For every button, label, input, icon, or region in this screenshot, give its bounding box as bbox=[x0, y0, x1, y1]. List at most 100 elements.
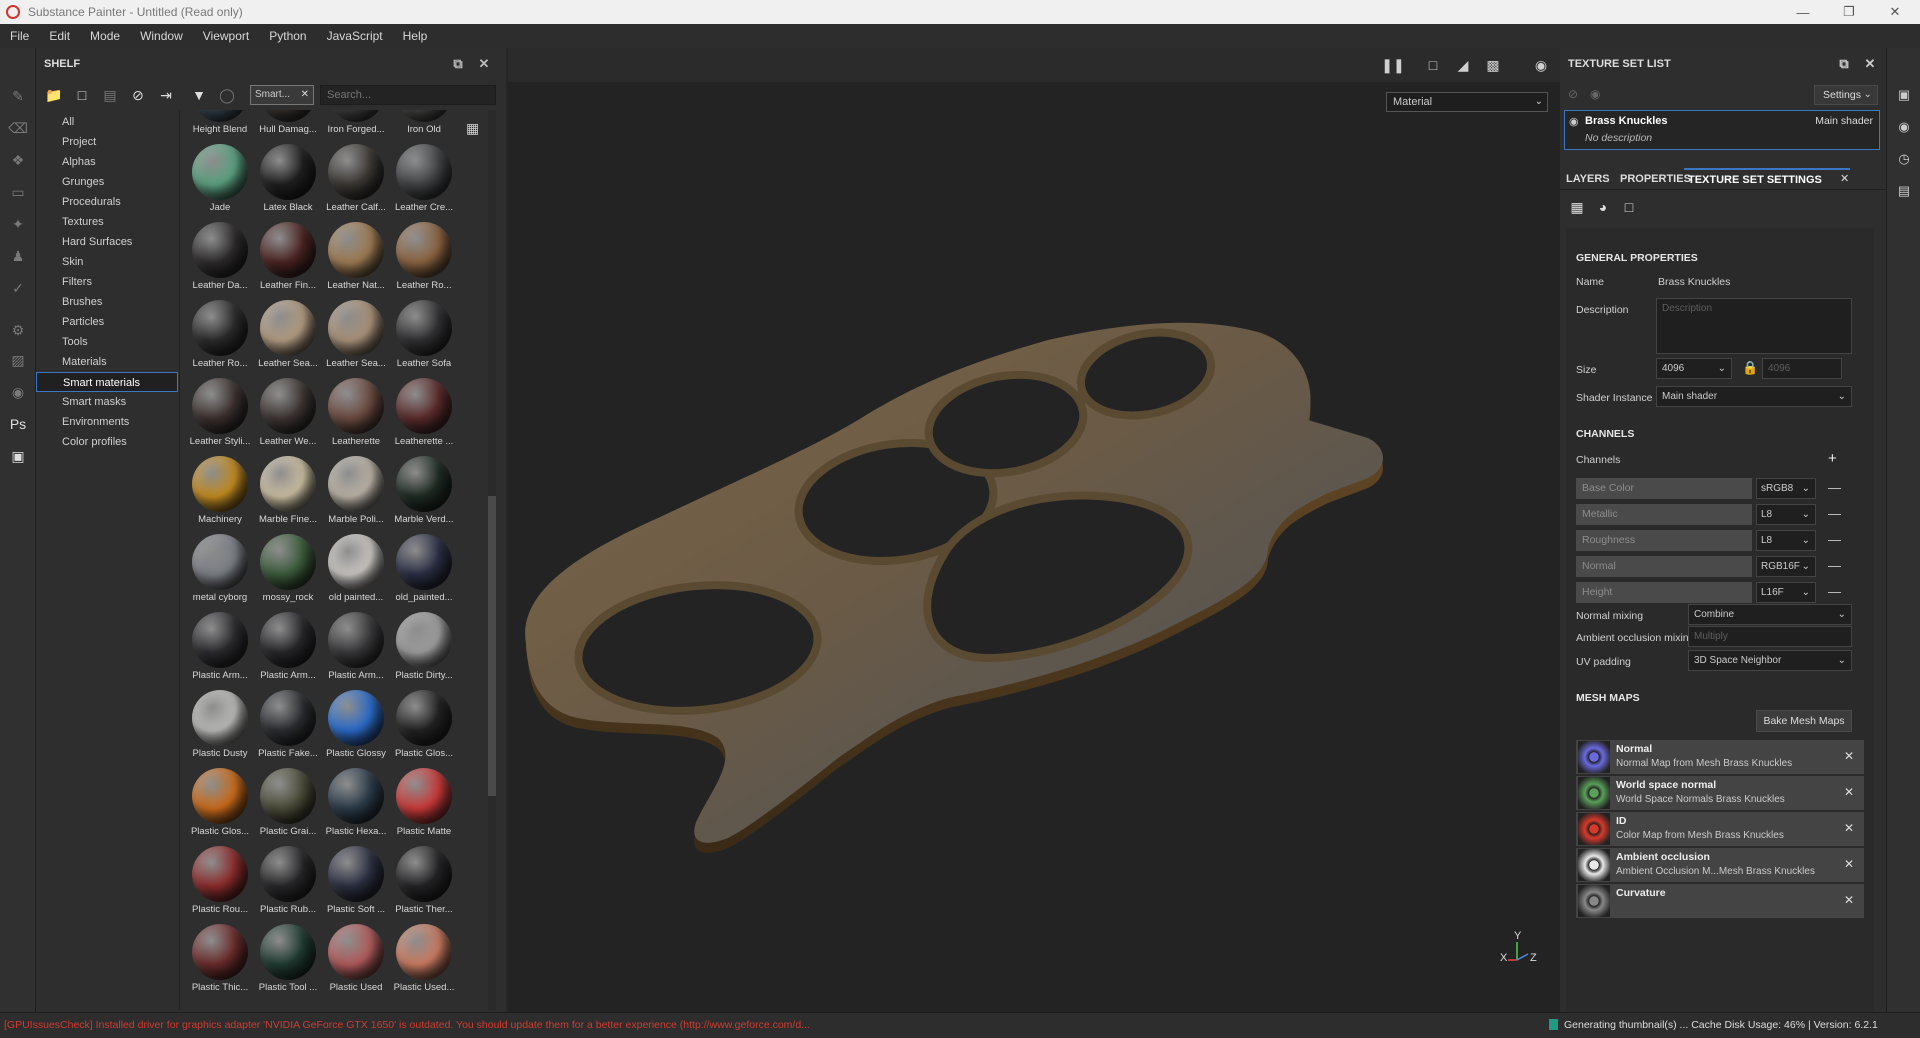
channel-format-select[interactable]: RGB16F ⌄ bbox=[1756, 556, 1816, 577]
projection-icon[interactable]: ❖ bbox=[8, 150, 28, 170]
material-tile[interactable]: Plastic Used... bbox=[390, 918, 458, 996]
material-tile[interactable]: Marble Verd... bbox=[390, 450, 458, 528]
remove-mesh-map-icon[interactable]: ✕ bbox=[1844, 893, 1854, 907]
mesh-map-item[interactable]: ID Color Map from Mesh Brass Knuckles ✕ bbox=[1576, 812, 1864, 846]
material-tile[interactable]: Plastic Used bbox=[322, 918, 390, 996]
material-tile[interactable]: Plastic Arm... bbox=[322, 606, 390, 684]
channel-format-select[interactable]: L16F ⌄ bbox=[1756, 582, 1816, 603]
undock-icon[interactable]: ⧉ bbox=[1836, 56, 1852, 72]
material-tile[interactable]: Machinery bbox=[186, 450, 254, 528]
undock-icon[interactable]: ⧉ bbox=[450, 56, 466, 72]
remove-mesh-map-icon[interactable]: ✕ bbox=[1844, 785, 1854, 799]
material-tile[interactable]: Plastic Glos... bbox=[390, 684, 458, 762]
remove-channel-icon[interactable]: — bbox=[1828, 507, 1842, 521]
material-tile[interactable]: Latex Black bbox=[254, 138, 322, 216]
material-tile[interactable]: Plastic Rou... bbox=[186, 840, 254, 918]
category-item[interactable]: Skin bbox=[36, 252, 178, 272]
material-tile[interactable]: Leather Sofa bbox=[390, 294, 458, 372]
remove-channel-icon[interactable]: — bbox=[1828, 481, 1842, 495]
shader-instance-select[interactable]: Main shader ⌄ bbox=[1656, 386, 1852, 407]
material-tile[interactable]: Leatherette ... bbox=[390, 372, 458, 450]
viewport[interactable]: ❚❚ □ ◢ ▩ ◉ Material ⌄ Y X Z bbox=[508, 48, 1560, 1012]
menu-mode[interactable]: Mode bbox=[80, 29, 130, 43]
material-tile[interactable]: Plastic Arm... bbox=[254, 606, 322, 684]
close-tab-icon[interactable]: ✕ bbox=[1840, 168, 1849, 190]
material-tile[interactable]: Leather Styli... bbox=[186, 372, 254, 450]
settings-dropdown[interactable]: Settings ⌄ bbox=[1814, 85, 1878, 105]
material-tile[interactable]: Plastic Ther... bbox=[390, 840, 458, 918]
hide-icon[interactable]: ⊘ bbox=[127, 84, 149, 106]
filter-tag[interactable]: Smart... ✕ bbox=[250, 85, 314, 105]
category-item[interactable]: Particles bbox=[36, 312, 178, 332]
category-item[interactable]: Tools bbox=[36, 332, 178, 352]
texture-set-icon[interactable]: ▦ bbox=[1568, 198, 1586, 216]
material-tile[interactable]: Plastic Fake... bbox=[254, 684, 322, 762]
remove-filter-icon[interactable]: ✕ bbox=[301, 86, 309, 104]
normal-mixing-select[interactable]: Combine ⌄ bbox=[1688, 604, 1852, 625]
texture-set-shader[interactable]: Main shader bbox=[1815, 115, 1873, 127]
material-tile[interactable]: Leather Calf... bbox=[322, 138, 390, 216]
remove-channel-icon[interactable]: — bbox=[1828, 559, 1842, 573]
name-value[interactable]: Brass Knuckles bbox=[1658, 276, 1730, 288]
history-icon[interactable]: ◷ bbox=[1895, 150, 1913, 168]
material-tile[interactable]: Plastic Dirty... bbox=[390, 606, 458, 684]
menu-window[interactable]: Window bbox=[130, 29, 193, 43]
channel-name[interactable]: Normal bbox=[1576, 556, 1752, 577]
menu-file[interactable]: File bbox=[0, 29, 39, 43]
color-picker-icon[interactable]: ✓ bbox=[8, 278, 28, 298]
category-item[interactable]: Brushes bbox=[36, 292, 178, 312]
material-tile[interactable]: Plastic Hexa... bbox=[322, 762, 390, 840]
hide-all-icon[interactable]: ⊘ bbox=[1568, 87, 1578, 101]
channel-name[interactable]: Roughness bbox=[1576, 530, 1752, 551]
material-tile[interactable]: mossy_rock bbox=[254, 528, 322, 606]
search-input[interactable] bbox=[320, 85, 496, 105]
menu-help[interactable]: Help bbox=[393, 29, 438, 43]
grid-view-icon[interactable]: ▦ bbox=[466, 120, 484, 138]
eraser-icon[interactable]: ⌫ bbox=[8, 118, 28, 138]
shelf-scrollbar[interactable] bbox=[488, 110, 496, 1010]
maximize-button[interactable]: ❐ bbox=[1826, 0, 1872, 24]
category-item[interactable]: Grunges bbox=[36, 172, 178, 192]
tab-layers[interactable]: LAYERS bbox=[1566, 168, 1610, 190]
category-item[interactable]: Alphas bbox=[36, 152, 178, 172]
material-tile[interactable]: Plastic Matte bbox=[390, 762, 458, 840]
category-item[interactable]: Project bbox=[36, 132, 178, 152]
eye-icon[interactable]: ◉ bbox=[1590, 87, 1600, 101]
paint-brush-icon[interactable]: ✎ bbox=[8, 86, 28, 106]
menu-edit[interactable]: Edit bbox=[39, 29, 80, 43]
mesh-map-item[interactable]: Ambient occlusion Ambient Occlusion M...M… bbox=[1576, 848, 1864, 882]
material-tile[interactable]: Marble Fine... bbox=[254, 450, 322, 528]
remove-mesh-map-icon[interactable]: ✕ bbox=[1844, 857, 1854, 871]
bake-mesh-maps-button[interactable]: Bake Mesh Maps bbox=[1756, 710, 1852, 732]
close-window-button[interactable]: ✕ bbox=[1872, 0, 1918, 24]
category-item[interactable]: Filters bbox=[36, 272, 178, 292]
mesh-map-item[interactable]: Curvature ✕ bbox=[1576, 884, 1864, 918]
material-tile[interactable]: Leatherette bbox=[322, 372, 390, 450]
category-item[interactable]: Hard Surfaces bbox=[36, 232, 178, 252]
category-item[interactable]: Smart materials bbox=[36, 372, 178, 392]
material-tile[interactable]: Jade bbox=[186, 138, 254, 216]
category-item[interactable]: Color profiles bbox=[36, 432, 178, 452]
tab-properties[interactable]: PROPERTIES bbox=[1620, 168, 1691, 190]
category-item[interactable]: All bbox=[36, 112, 178, 132]
texture-set-list-icon[interactable]: ▣ bbox=[1895, 86, 1913, 104]
scrollbar-thumb[interactable] bbox=[488, 496, 496, 796]
uv-icon[interactable]: □ bbox=[1620, 198, 1638, 216]
material-tile[interactable]: Leather Ro... bbox=[390, 216, 458, 294]
lock-icon[interactable]: 🔒 bbox=[1742, 360, 1758, 376]
material-tile[interactable]: Plastic Glossy bbox=[322, 684, 390, 762]
size-select[interactable]: 4096 ⌄ bbox=[1656, 358, 1732, 379]
delete-shelf-icon[interactable]: ▤ bbox=[99, 84, 121, 106]
material-tile[interactable]: Marble Poli... bbox=[322, 450, 390, 528]
material-tile[interactable]: Plastic Grai... bbox=[254, 762, 322, 840]
import-icon[interactable]: ⇥ bbox=[155, 84, 177, 106]
menu-python[interactable]: Python bbox=[259, 29, 316, 43]
material-tile[interactable]: Iron Forged... bbox=[322, 110, 390, 138]
visibility-eye-icon[interactable]: ◉ bbox=[1569, 115, 1579, 128]
smudge-icon[interactable]: ✦ bbox=[8, 214, 28, 234]
new-shelf-icon[interactable]: □ bbox=[71, 84, 93, 106]
material-tile[interactable]: Plastic Soft ... bbox=[322, 840, 390, 918]
material-tile[interactable]: Plastic Arm... bbox=[186, 606, 254, 684]
photoshop-export-icon[interactable]: Ps bbox=[8, 414, 28, 434]
channel-name[interactable]: Base Color bbox=[1576, 478, 1752, 499]
